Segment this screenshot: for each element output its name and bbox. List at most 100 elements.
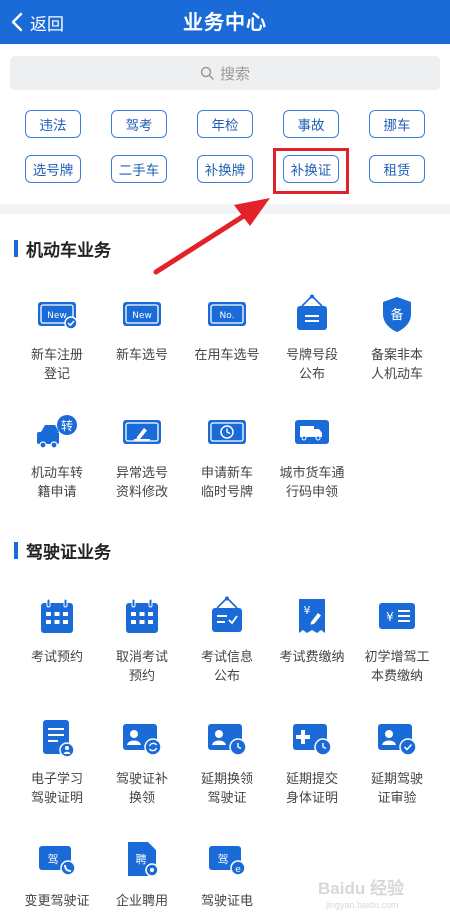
quick-button-used-car[interactable]: 二手车 bbox=[111, 155, 167, 183]
quick-button-rental[interactable]: 租赁 bbox=[369, 155, 425, 183]
service-new-car-registration[interactable]: New 新车注册 登记 bbox=[12, 292, 102, 384]
section-title-text: 驾驶证业务 bbox=[26, 543, 111, 563]
service-new-car-plate-select[interactable]: New 新车选号 bbox=[97, 292, 187, 365]
service-extend-health-proof[interactable]: 延期提交 身体证明 bbox=[267, 716, 357, 808]
new-plate-icon: New bbox=[123, 302, 161, 326]
service-exam-info-publish[interactable]: 考试信息 公布 bbox=[182, 594, 272, 686]
service-label: 新车选号 bbox=[115, 348, 168, 363]
license-card-e-icon: 驾 e bbox=[209, 846, 246, 876]
quick-button-select-plate[interactable]: 选号牌 bbox=[25, 155, 81, 183]
quick-button-replace-plate[interactable]: 补换牌 bbox=[197, 155, 253, 183]
service-change-license[interactable]: 驾 变更驾驶证 bbox=[12, 838, 102, 911]
baidu-watermark-logo: Baidu 经验 jingyan.baidu.com bbox=[318, 878, 405, 910]
quick-button-annual-inspection[interactable]: 年检 bbox=[197, 110, 253, 138]
quick-button-move-car[interactable]: 挪车 bbox=[369, 110, 425, 138]
svg-text:No.: No. bbox=[220, 311, 235, 321]
service-label: 延期提交 身体证明 bbox=[285, 772, 338, 806]
svg-text:驾: 驾 bbox=[48, 853, 59, 866]
service-extend-license-renewal[interactable]: 延期换领 驾驶证 bbox=[182, 716, 272, 808]
hire-document-gear-icon: 聘 bbox=[128, 842, 159, 877]
section-bar bbox=[14, 542, 18, 559]
service-label: 电子学习 驾驶证明 bbox=[30, 772, 83, 806]
service-license-electronic[interactable]: 驾 e 驾驶证电 bbox=[182, 838, 272, 911]
number-plate-icon: No. bbox=[208, 302, 246, 326]
shield-icon: 备 bbox=[383, 297, 411, 332]
quick-button-violation[interactable]: 违法 bbox=[25, 110, 81, 138]
service-cancel-exam-booking[interactable]: 取消考试 预约 bbox=[97, 594, 187, 686]
service-label: 取消考试 预约 bbox=[115, 650, 168, 684]
search-input[interactable]: 搜索 bbox=[10, 56, 440, 90]
service-label: 考试信息 公布 bbox=[200, 650, 253, 684]
license-card-phone-icon: 驾 bbox=[39, 846, 76, 876]
yuan-list-icon: ¥ bbox=[379, 603, 415, 629]
highlight-box bbox=[273, 148, 349, 194]
quick-button-accident[interactable]: 事故 bbox=[283, 110, 339, 138]
svg-text:Baidu 经验: Baidu 经验 bbox=[318, 878, 405, 898]
svg-text:备: 备 bbox=[390, 307, 403, 323]
service-label: 城市货车通 行码申领 bbox=[279, 466, 345, 500]
svg-text:New: New bbox=[47, 311, 67, 321]
search-icon bbox=[200, 66, 214, 80]
app-header: 返回 业务中心 bbox=[0, 0, 450, 44]
service-exam-fee-payment[interactable]: ¥ 考试费缴纳 bbox=[267, 594, 357, 667]
service-label: 驾驶证电 bbox=[200, 894, 253, 909]
svg-text:聘: 聘 bbox=[136, 852, 147, 866]
svg-text:New: New bbox=[132, 311, 152, 321]
service-enterprise-hiring[interactable]: 聘 企业聘用 bbox=[97, 838, 187, 911]
id-card-clock-icon bbox=[208, 724, 247, 756]
hanging-sign-icon bbox=[297, 294, 327, 330]
id-card-refresh-icon bbox=[123, 724, 162, 756]
calendar-icon bbox=[126, 598, 158, 633]
document-user-icon bbox=[43, 720, 75, 758]
svg-text:¥: ¥ bbox=[386, 610, 394, 624]
service-label: 驾驶证补 换领 bbox=[115, 772, 168, 806]
service-city-truck-pass[interactable]: 城市货车通 行码申领 bbox=[267, 410, 357, 502]
section-title-motor: 机动车业务 bbox=[14, 236, 111, 261]
service-learner-fee-payment[interactable]: ¥ 初学增驾工 本费缴纳 bbox=[352, 594, 442, 686]
service-label: 初学增驾工 本费缴纳 bbox=[364, 650, 430, 684]
svg-text:jingyan.baidu.com: jingyan.baidu.com bbox=[325, 900, 399, 910]
service-label: 新车注册 登记 bbox=[30, 348, 83, 382]
service-extend-license-review[interactable]: 延期驾驶 证审验 bbox=[352, 716, 442, 808]
service-label: 申请新车 临时号牌 bbox=[200, 466, 253, 500]
service-label: 号牌号段 公布 bbox=[285, 348, 338, 382]
section-divider bbox=[0, 204, 450, 214]
service-label: 延期换领 驾驶证 bbox=[200, 772, 253, 806]
service-label: 延期驾驶 证审验 bbox=[370, 772, 423, 806]
service-temporary-plate[interactable]: 申请新车 临时号牌 bbox=[182, 410, 272, 502]
quick-service-buttons: 违法 驾考 年检 事故 挪车 选号牌 二手车 补换牌 补换证 租赁 bbox=[0, 100, 450, 206]
plate-clock-icon bbox=[208, 420, 246, 444]
receipt-yuan-icon: ¥ bbox=[299, 599, 325, 633]
service-label: 异常选号 资料修改 bbox=[115, 466, 168, 500]
service-license-replacement[interactable]: 驾驶证补 换领 bbox=[97, 716, 187, 808]
page-title: 业务中心 bbox=[183, 10, 267, 34]
service-label: 变更驾驶证 bbox=[24, 894, 90, 909]
section-title-text: 机动车业务 bbox=[26, 241, 111, 261]
section-title-license: 驾驶证业务 bbox=[14, 538, 111, 563]
quick-button-driving-test[interactable]: 驾考 bbox=[111, 110, 167, 138]
service-vehicle-transfer[interactable]: 转 机动车转 籍申请 bbox=[12, 410, 102, 502]
search-bar-container: 搜索 bbox=[0, 44, 450, 100]
section-bar bbox=[14, 240, 18, 257]
id-card-check-icon bbox=[378, 724, 417, 756]
new-plate-check-icon: New bbox=[38, 302, 78, 330]
search-placeholder: 搜索 bbox=[219, 64, 250, 83]
svg-text:驾: 驾 bbox=[218, 853, 229, 866]
calendar-icon bbox=[41, 598, 73, 633]
service-e-learning-proof[interactable]: 电子学习 驾驶证明 bbox=[12, 716, 102, 808]
service-label: 备案非本 人机动车 bbox=[370, 348, 423, 382]
service-label: 机动车转 籍申请 bbox=[30, 466, 83, 500]
service-label: 在用车选号 bbox=[194, 348, 260, 363]
service-record-non-owner-vehicle[interactable]: 备 备案非本 人机动车 bbox=[352, 292, 442, 384]
svg-text:e: e bbox=[235, 865, 241, 875]
service-exam-booking[interactable]: 考试预约 bbox=[12, 594, 102, 667]
service-abnormal-plate-edit[interactable]: 异常选号 资料修改 bbox=[97, 410, 187, 502]
service-label: 考试费缴纳 bbox=[279, 650, 345, 665]
service-plate-range-publish[interactable]: 号牌号段 公布 bbox=[267, 292, 357, 384]
service-used-car-plate-select[interactable]: No. 在用车选号 bbox=[182, 292, 272, 365]
medical-clock-icon bbox=[293, 724, 332, 756]
truck-transfer-icon: 转 bbox=[37, 415, 77, 449]
notice-sign-icon bbox=[212, 596, 242, 632]
plate-edit-icon bbox=[123, 420, 161, 444]
service-label: 企业聘用 bbox=[115, 894, 168, 909]
